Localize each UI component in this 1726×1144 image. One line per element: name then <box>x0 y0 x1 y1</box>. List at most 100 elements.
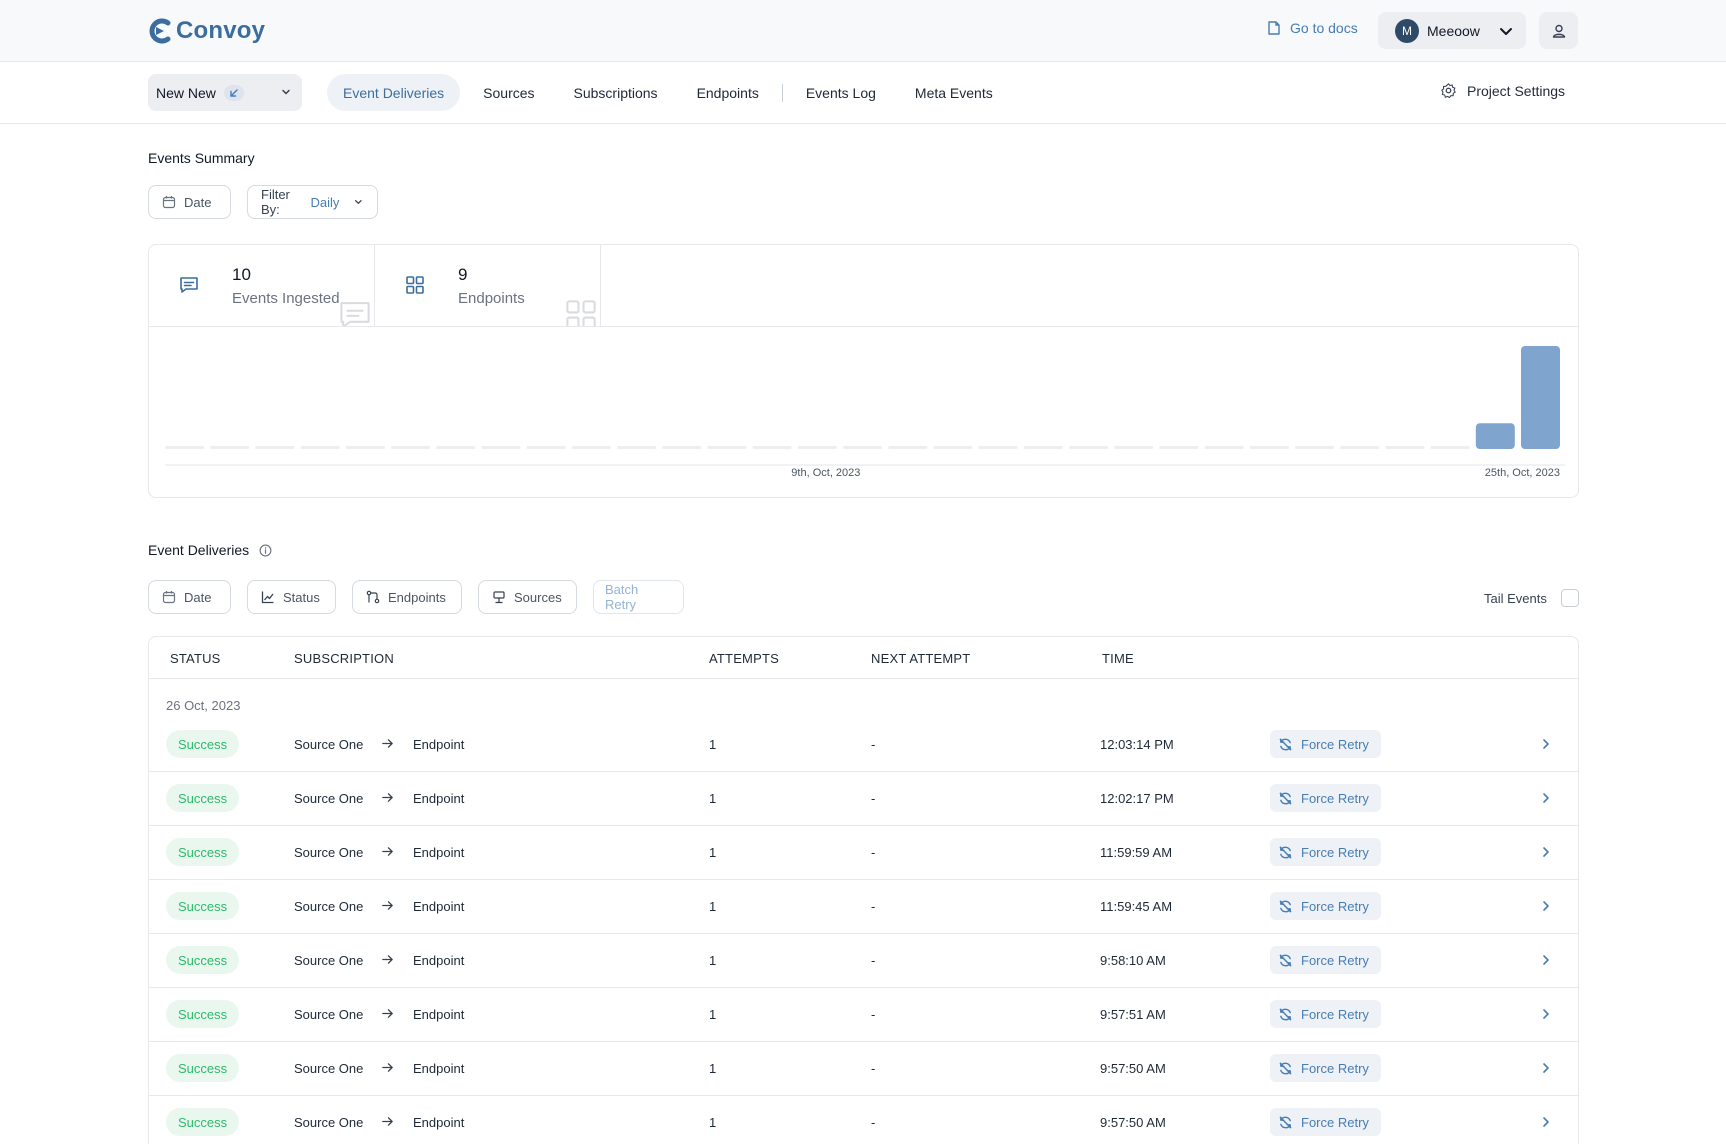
chart-bar <box>1340 446 1380 449</box>
column-time: TIME <box>1102 651 1134 666</box>
chart-bar <box>707 446 747 449</box>
batch-retry-button[interactable]: Batch Retry <box>593 580 684 614</box>
info-icon[interactable] <box>259 544 272 557</box>
time-value: 9:58:10 AM <box>1100 953 1166 968</box>
stat-endpoints: 9 Endpoints <box>375 245 601 327</box>
chart-bar <box>978 446 1018 449</box>
refresh-off-icon <box>1279 954 1292 966</box>
project-settings-link[interactable]: Project Settings <box>1440 82 1565 99</box>
table-row[interactable]: Success Source One Endpoint 1 - 11:59:59 AM Fo… <box>149 826 1578 880</box>
source-name: Source One <box>294 1061 364 1076</box>
events-summary-title: Events Summary <box>148 150 255 166</box>
table-row[interactable]: Success Source One Endpoint 1 - 11:59:45 AM Fo… <box>149 880 1578 934</box>
gear-icon <box>1441 83 1456 99</box>
force-retry-label: Force Retry <box>1301 898 1369 914</box>
chart-bar <box>1430 446 1470 449</box>
tab-event-deliveries[interactable]: Event Deliveries <box>327 74 461 111</box>
endpoints-filter[interactable]: Endpoints <box>352 580 462 614</box>
filter-by-dropdown[interactable]: Filter By: Daily <box>247 185 378 219</box>
user-menu-button[interactable]: M Meeoow <box>1378 12 1526 49</box>
endpoint-name: Endpoint <box>413 791 465 806</box>
event-deliveries-table: STATUS SUBSCRIPTION ATTEMPTS NEXT ATTEMP… <box>148 636 1579 1144</box>
deliveries-date-filter[interactable]: Date <box>148 580 231 614</box>
tab-events-log[interactable]: Events Log <box>790 74 892 111</box>
force-retry-label: Force Retry <box>1301 844 1369 860</box>
force-retry-label: Force Retry <box>1301 790 1369 806</box>
status-badge: Success <box>166 1000 240 1028</box>
attempts-count: 1 <box>709 953 717 968</box>
table-row[interactable]: Success Source One Endpoint 1 - 9:58:10 AM For… <box>149 934 1578 988</box>
table-row[interactable]: Success Source One Endpoint 1 - 12:02:17 PM Fo… <box>149 772 1578 826</box>
row-details-chevron[interactable] <box>1539 1061 1553 1080</box>
row-details-chevron[interactable] <box>1539 737 1553 756</box>
next-attempt-value: - <box>871 1115 876 1130</box>
summary-date-filter[interactable]: Date <box>148 185 231 219</box>
refresh-off-icon <box>1279 846 1292 858</box>
time-value: 9:57:51 AM <box>1100 1007 1166 1022</box>
tab-sources[interactable]: Sources <box>467 74 550 111</box>
column-subscription: SUBSCRIPTION <box>294 651 394 666</box>
top-header: Convoy Go to docs M Meeoow <box>0 0 1726 62</box>
user-icon <box>1552 24 1565 38</box>
sources-filter[interactable]: Sources <box>478 580 577 614</box>
status-filter-label: Status <box>283 589 320 605</box>
status-badge: Success <box>166 730 240 758</box>
time-value: 12:03:14 PM <box>1100 737 1174 752</box>
chart-bar <box>1204 446 1244 449</box>
force-retry-label: Force Retry <box>1301 1060 1369 1076</box>
tail-events-checkbox[interactable] <box>1560 589 1579 607</box>
chevron-right-icon <box>1543 1009 1549 1019</box>
project-selector[interactable]: New New <box>148 74 302 111</box>
status-filter[interactable]: Status <box>247 580 336 614</box>
row-details-chevron[interactable] <box>1539 791 1553 810</box>
endpoints-filter-label: Endpoints <box>388 589 446 605</box>
endpoint-name: Endpoint <box>413 845 465 860</box>
endpoints-count-value: 9 <box>458 265 468 284</box>
force-retry-button[interactable]: Force Retry <box>1270 946 1381 974</box>
row-details-chevron[interactable] <box>1539 845 1553 864</box>
arrow-right-icon <box>382 1063 393 1072</box>
tab-meta-events[interactable]: Meta Events <box>899 74 1009 111</box>
convoy-logo[interactable]: Convoy <box>148 17 265 45</box>
next-attempt-value: - <box>871 1061 876 1076</box>
calendar-icon <box>162 196 176 209</box>
force-retry-button[interactable]: Force Retry <box>1270 838 1381 866</box>
row-details-chevron[interactable] <box>1539 1007 1553 1026</box>
arrow-right-icon <box>382 1009 393 1018</box>
force-retry-button[interactable]: Force Retry <box>1270 1054 1381 1082</box>
row-details-chevron[interactable] <box>1539 899 1553 918</box>
chart-bar <box>526 446 566 449</box>
force-retry-button[interactable]: Force Retry <box>1270 892 1381 920</box>
convoy-logo-icon <box>149 18 171 44</box>
summary-date-label: Date <box>184 194 212 210</box>
table-row[interactable]: Success Source One Endpoint 1 - 9:57:50 AM For… <box>149 1042 1578 1096</box>
table-row[interactable]: Success Source One Endpoint 1 - 12:03:14 PM Fo… <box>149 718 1578 772</box>
force-retry-button[interactable]: Force Retry <box>1270 1108 1381 1136</box>
table-row[interactable]: Success Source One Endpoint 1 - 9:57:50 AM For… <box>149 1096 1578 1144</box>
row-details-chevron[interactable] <box>1539 1115 1553 1134</box>
tab-subscriptions[interactable]: Subscriptions <box>558 74 674 111</box>
endpoint-name: Endpoint <box>413 1115 465 1130</box>
chart-bar <box>1159 446 1199 449</box>
force-retry-button[interactable]: Force Retry <box>1270 784 1381 812</box>
go-to-docs-link[interactable]: Go to docs <box>1266 20 1358 36</box>
source-name: Source One <box>294 845 364 860</box>
chart-bar <box>481 446 521 449</box>
force-retry-button[interactable]: Force Retry <box>1270 1000 1381 1028</box>
row-details-chevron[interactable] <box>1539 953 1553 972</box>
table-row[interactable]: Success Source One Endpoint 1 - 9:57:51 AM For… <box>149 988 1578 1042</box>
chat-icon <box>180 277 198 293</box>
force-retry-label: Force Retry <box>1301 736 1369 752</box>
status-badge: Success <box>166 1054 240 1082</box>
next-attempt-value: - <box>871 1007 876 1022</box>
tab-endpoints[interactable]: Endpoints <box>681 74 775 111</box>
force-retry-button[interactable]: Force Retry <box>1270 730 1381 758</box>
force-retry-label: Force Retry <box>1301 952 1369 968</box>
profile-button[interactable] <box>1539 12 1578 49</box>
chart-bar <box>1475 423 1515 449</box>
time-value: 9:57:50 AM <box>1100 1061 1166 1076</box>
chart-bar <box>1114 446 1154 449</box>
attempts-count: 1 <box>709 1061 717 1076</box>
logo-text: Convoy <box>176 17 266 44</box>
table-header: STATUS SUBSCRIPTION ATTEMPTS NEXT ATTEMP… <box>149 637 1578 679</box>
